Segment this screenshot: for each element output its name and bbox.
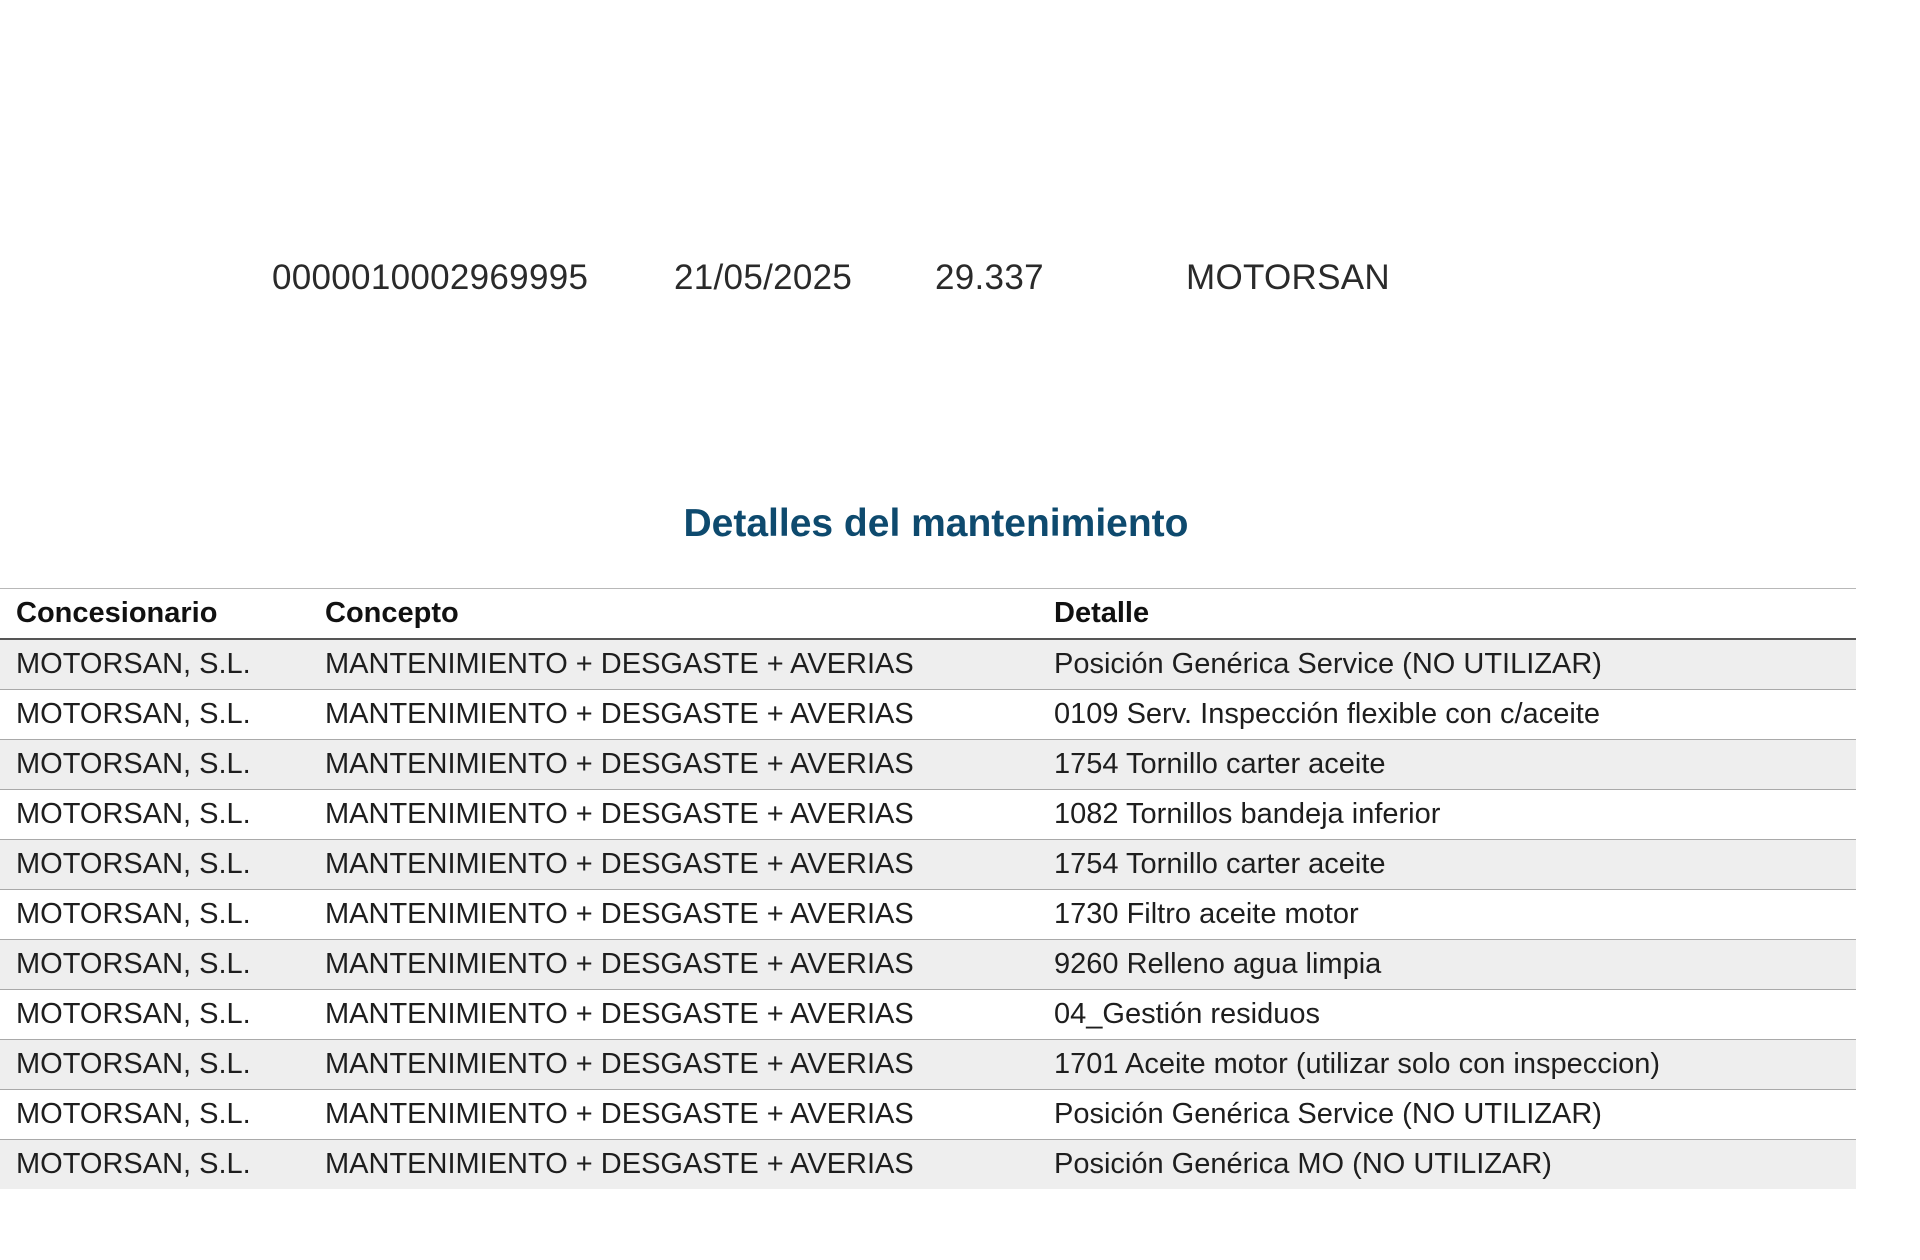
maintenance-summary-row: 0000010002969995 21/05/2025 29.337 MOTOR… <box>0 258 1920 298</box>
cell-concept: MANTENIMIENTO + DESGASTE + AVERIAS <box>309 689 1038 740</box>
cell-dealer: MOTORSAN, S.L. <box>0 1139 309 1189</box>
cell-dealer: MOTORSAN, S.L. <box>0 689 309 740</box>
cell-dealer: MOTORSAN, S.L. <box>0 839 309 890</box>
table-row: MOTORSAN, S.L. MANTENIMIENTO + DESGASTE +… <box>0 889 1856 940</box>
dealer-name: MOTORSAN <box>1186 258 1390 297</box>
cell-dealer: MOTORSAN, S.L. <box>0 939 309 990</box>
table-row: MOTORSAN, S.L. MANTENIMIENTO + DESGASTE +… <box>0 789 1856 840</box>
cell-dealer: MOTORSAN, S.L. <box>0 739 309 790</box>
table-row: MOTORSAN, S.L. MANTENIMIENTO + DESGASTE +… <box>0 989 1856 1040</box>
table-row: MOTORSAN, S.L. MANTENIMIENTO + DESGASTE +… <box>0 1089 1856 1140</box>
cell-dealer: MOTORSAN, S.L. <box>0 989 309 1040</box>
service-date: 21/05/2025 <box>674 258 853 297</box>
cell-dealer: MOTORSAN, S.L. <box>0 789 309 840</box>
mileage: 29.337 <box>935 258 1044 297</box>
column-header-concept: Concepto <box>309 588 1038 640</box>
cell-concept: MANTENIMIENTO + DESGASTE + AVERIAS <box>309 939 1038 990</box>
cell-detail: Posición Genérica MO (NO UTILIZAR) <box>1038 1139 1856 1189</box>
cell-detail: 1701 Aceite motor (utilizar solo con ins… <box>1038 1039 1856 1090</box>
maintenance-details-table: Concesionario Concepto Detalle MOTORSAN,… <box>0 588 1856 1189</box>
cell-detail: 9260 Relleno agua limpia <box>1038 939 1856 990</box>
cell-concept: MANTENIMIENTO + DESGASTE + AVERIAS <box>309 1039 1038 1090</box>
table-row: MOTORSAN, S.L. MANTENIMIENTO + DESGASTE +… <box>0 739 1856 790</box>
section-title: Detalles del mantenimiento <box>683 502 1189 545</box>
cell-detail: 1754 Tornillo carter aceite <box>1038 739 1856 790</box>
table-body: MOTORSAN, S.L. MANTENIMIENTO + DESGASTE +… <box>0 639 1856 1189</box>
cell-dealer: MOTORSAN, S.L. <box>0 889 309 940</box>
cell-concept: MANTENIMIENTO + DESGASTE + AVERIAS <box>309 989 1038 1040</box>
table-row: MOTORSAN, S.L. MANTENIMIENTO + DESGASTE +… <box>0 939 1856 990</box>
cell-detail: 1730 Filtro aceite motor <box>1038 889 1856 940</box>
cell-detail: Posición Genérica Service (NO UTILIZAR) <box>1038 1089 1856 1140</box>
table-header-row: Concesionario Concepto Detalle <box>0 588 1856 640</box>
column-header-dealer: Concesionario <box>0 588 309 640</box>
cell-dealer: MOTORSAN, S.L. <box>0 1089 309 1140</box>
cell-concept: MANTENIMIENTO + DESGASTE + AVERIAS <box>309 639 1038 690</box>
cell-dealer: MOTORSAN, S.L. <box>0 1039 309 1090</box>
cell-dealer: MOTORSAN, S.L. <box>0 639 309 690</box>
table-row: MOTORSAN, S.L. MANTENIMIENTO + DESGASTE +… <box>0 639 1856 690</box>
cell-concept: MANTENIMIENTO + DESGASTE + AVERIAS <box>309 789 1038 840</box>
cell-concept: MANTENIMIENTO + DESGASTE + AVERIAS <box>309 839 1038 890</box>
cell-detail: Posición Genérica Service (NO UTILIZAR) <box>1038 639 1856 690</box>
order-number: 0000010002969995 <box>272 258 589 297</box>
cell-detail: 0109 Serv. Inspección flexible con c/ace… <box>1038 689 1856 740</box>
cell-detail: 1754 Tornillo carter aceite <box>1038 839 1856 890</box>
column-header-detail: Detalle <box>1038 588 1856 640</box>
table-row: MOTORSAN, S.L. MANTENIMIENTO + DESGASTE +… <box>0 839 1856 890</box>
cell-concept: MANTENIMIENTO + DESGASTE + AVERIAS <box>309 1139 1038 1189</box>
cell-detail: 04_Gestión residuos <box>1038 989 1856 1040</box>
table-row: MOTORSAN, S.L. MANTENIMIENTO + DESGASTE +… <box>0 1139 1856 1189</box>
cell-concept: MANTENIMIENTO + DESGASTE + AVERIAS <box>309 739 1038 790</box>
cell-concept: MANTENIMIENTO + DESGASTE + AVERIAS <box>309 889 1038 940</box>
cell-concept: MANTENIMIENTO + DESGASTE + AVERIAS <box>309 1089 1038 1140</box>
table-row: MOTORSAN, S.L. MANTENIMIENTO + DESGASTE +… <box>0 689 1856 740</box>
table-row: MOTORSAN, S.L. MANTENIMIENTO + DESGASTE +… <box>0 1039 1856 1090</box>
cell-detail: 1082 Tornillos bandeja inferior <box>1038 789 1856 840</box>
